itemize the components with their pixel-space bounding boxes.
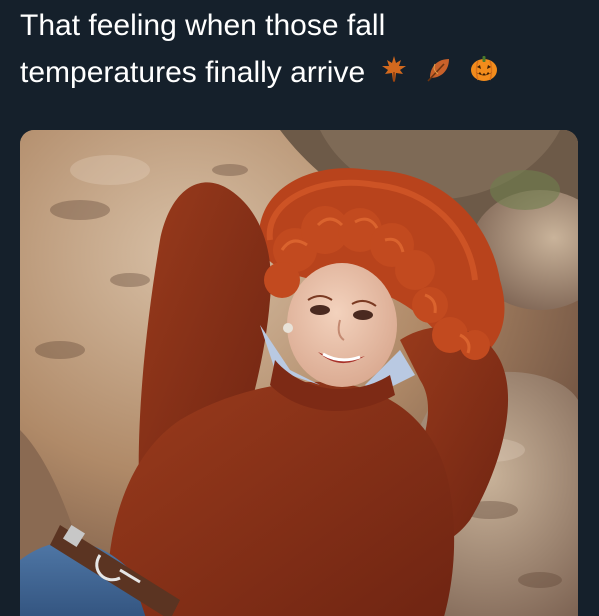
tweet-text-line-2-text: temperatures finally arrive xyxy=(20,56,366,89)
tweet-card: That feeling when those fall temperature… xyxy=(0,0,599,616)
tweet-text: That feeling when those fall temperature… xyxy=(20,2,580,98)
maple-leaf-icon xyxy=(379,51,409,98)
tweet-text-line-1: That feeling when those fall xyxy=(20,9,386,42)
tweet-text-line-2: temperatures finally arrive xyxy=(20,49,580,98)
photo-illustration xyxy=(20,130,578,616)
fallen-leaf-icon xyxy=(424,51,454,98)
tweet-photo[interactable] xyxy=(20,130,578,616)
jack-o-lantern-icon xyxy=(468,51,500,98)
